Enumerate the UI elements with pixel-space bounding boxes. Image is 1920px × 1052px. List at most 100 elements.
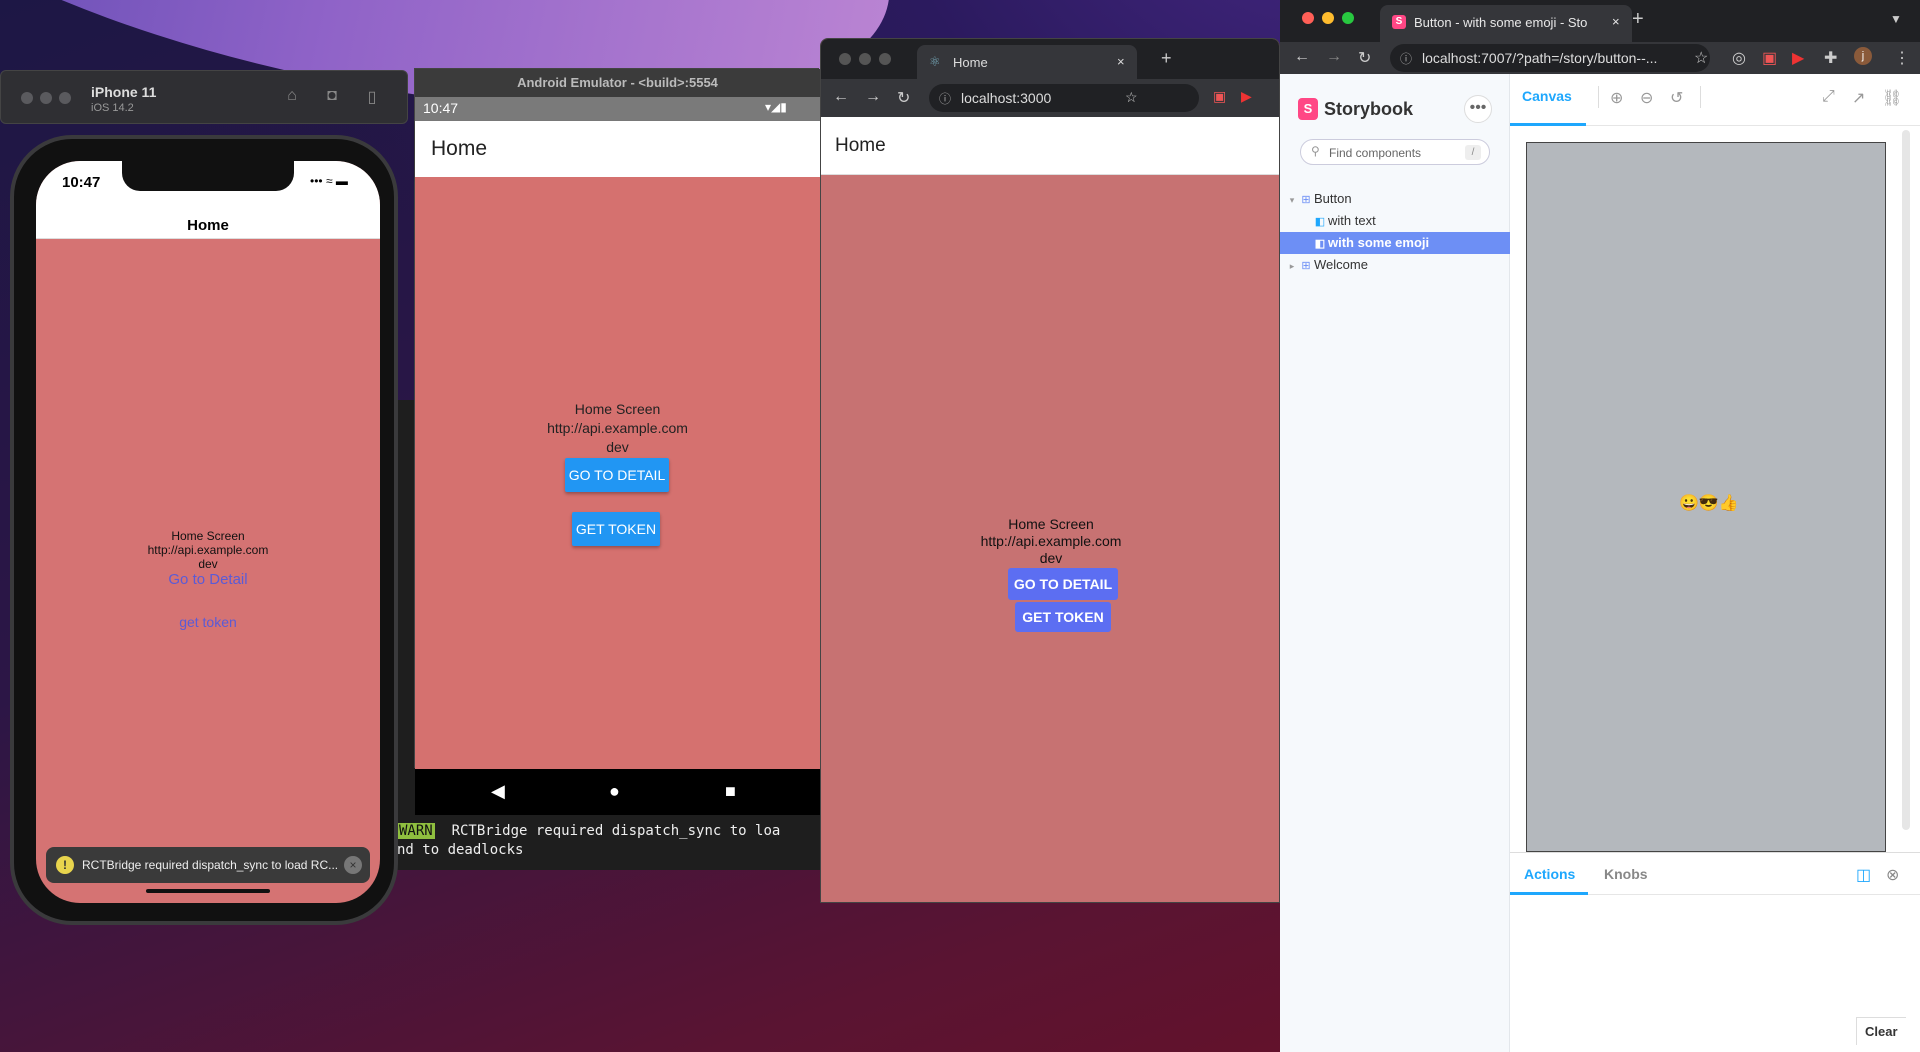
extension-icon[interactable]: ▶ <box>1241 88 1252 105</box>
close-window-dot[interactable] <box>21 92 33 104</box>
home-screen-label: Home Screen <box>574 401 661 417</box>
tab-actions[interactable]: Actions <box>1524 866 1575 882</box>
get-token-button[interactable]: GET TOKEN <box>572 512 660 546</box>
close-panel-icon[interactable]: ⊗ <box>1886 865 1899 885</box>
more-menu-icon[interactable]: ⋮ <box>1894 48 1910 68</box>
extension-icon[interactable]: ◎ <box>1732 48 1746 68</box>
terminal-line-deadlocks: nd to deadlocks <box>397 842 524 858</box>
web-tab-strip: ⚛ Home × + <box>821 39 1279 79</box>
back-icon[interactable]: ◀ <box>491 781 505 802</box>
bookmark-icon[interactable]: ☆ <box>1694 48 1708 68</box>
web-address-bar[interactable]: ⓘ localhost:3000 ☆ <box>929 84 1199 112</box>
sb-canvas-toolbar: Canvas ⊕ ⊖ ↺ ⤢ ↗ ⛓ <box>1510 74 1920 126</box>
sb-tree-with-text[interactable]: ◧ with text <box>1280 210 1510 232</box>
minimize-window-dot[interactable] <box>1322 12 1334 24</box>
home-icon[interactable]: ● <box>609 781 620 802</box>
sb-tree-button[interactable]: ▾ ⊞ Button <box>1280 188 1510 210</box>
toolbar-divider <box>1598 86 1599 108</box>
rotate-icon[interactable]: ▯ <box>361 87 383 109</box>
android-app-bar-title: Home <box>431 137 488 160</box>
android-nav-bar: ◀ ● ■ <box>415 769 820 815</box>
sb-tree-welcome[interactable]: ▸ ⊞ Welcome <box>1280 254 1510 276</box>
forward-icon[interactable]: → <box>1326 48 1342 66</box>
bookmark-icon[interactable]: ☆ <box>1125 89 1138 106</box>
tab-knobs[interactable]: Knobs <box>1604 866 1648 882</box>
go-to-detail-link[interactable]: Go to Detail <box>36 571 380 588</box>
web-app-bar-title: Home <box>835 135 886 156</box>
tab-active-indicator <box>1510 123 1586 126</box>
android-window-title: Android Emulator - <build>:5554 <box>415 69 820 97</box>
web-tab-home[interactable]: ⚛ Home × <box>917 45 1137 79</box>
extension-icon[interactable]: ▣ <box>1213 88 1226 105</box>
chevron-down-icon: ▾ <box>1289 195 1295 205</box>
new-tab-icon[interactable]: + <box>1632 8 1644 31</box>
scrollbar[interactable] <box>1902 130 1910 830</box>
reload-icon[interactable]: ↻ <box>897 88 910 108</box>
yellow-box-warning[interactable]: ! RCTBridge required dispatch_sync to lo… <box>46 847 370 883</box>
tab-active-indicator <box>1510 892 1588 895</box>
profile-avatar[interactable]: j <box>1854 47 1872 65</box>
home-screen-label: Home Screen <box>1008 516 1094 532</box>
reload-icon[interactable]: ↻ <box>1358 48 1371 68</box>
zoom-in-icon[interactable]: ⊕ <box>1610 88 1623 108</box>
new-tab-icon[interactable]: + <box>1161 48 1172 69</box>
search-icon: ⚲ <box>1311 144 1320 158</box>
warning-icon: ! <box>56 856 74 874</box>
close-window-dot[interactable] <box>1302 12 1314 24</box>
zoom-out-icon[interactable]: ⊖ <box>1640 88 1653 108</box>
android-app-bar: Home <box>415 121 820 177</box>
emoji-button[interactable]: 😀😎👍 <box>1679 493 1739 513</box>
zoom-window-dot[interactable] <box>1342 12 1354 24</box>
clear-button[interactable]: Clear <box>1856 1017 1906 1045</box>
tab-menu-icon[interactable]: ▼ <box>1890 12 1902 26</box>
warning-text: RCTBridge required dispatch_sync to load… <box>82 858 339 872</box>
home-indicator <box>146 889 270 893</box>
get-token-link[interactable]: get token <box>36 614 380 630</box>
get-token-button[interactable]: GET TOKEN <box>1015 602 1111 632</box>
back-icon[interactable]: ← <box>1294 48 1310 66</box>
storybook-favicon-icon: S <box>1392 15 1406 29</box>
back-icon[interactable]: ← <box>833 88 849 106</box>
fullscreen-icon[interactable]: ⤢ <box>1822 88 1835 106</box>
sb-search-input[interactable]: ⚲ Find components / <box>1300 139 1490 165</box>
storybook-logo-icon: S <box>1298 98 1318 120</box>
zoom-reset-icon[interactable]: ↺ <box>1670 88 1683 108</box>
zoom-window-dot[interactable] <box>59 92 71 104</box>
extension-icon[interactable]: ▣ <box>1762 48 1777 68</box>
ios-simulator-toolbar: iPhone 11 iOS 14.2 ⌂ ◘ ▯ <box>0 70 408 124</box>
forward-icon[interactable]: → <box>865 88 881 106</box>
minimize-window-dot[interactable] <box>40 92 52 104</box>
web-tab-title: Home <box>953 55 988 70</box>
home-icon[interactable]: ⌂ <box>281 87 303 109</box>
sb-toolbar: ← → ↻ ⓘ localhost:7007/?path=/story/butt… <box>1280 42 1920 74</box>
zoom-window-dot[interactable] <box>879 53 891 65</box>
close-tab-icon[interactable]: × <box>1117 54 1125 69</box>
android-screen: Home Screen http://api.example.com dev G… <box>415 177 820 769</box>
close-tab-icon[interactable]: × <box>1612 14 1620 29</box>
terminal-line-warn: WARN RCTBridge required dispatch_sync to… <box>397 822 780 840</box>
env-text: dev <box>1039 550 1063 566</box>
env-text: dev <box>606 439 629 455</box>
go-to-detail-button[interactable]: GO TO DETAIL <box>1008 568 1118 600</box>
dismiss-icon[interactable]: × <box>344 856 362 874</box>
screenshot-icon[interactable]: ◘ <box>321 87 343 109</box>
sb-tree-with-some-emoji[interactable]: ◧ with some emoji <box>1280 232 1510 254</box>
extension-icon[interactable]: ▶ <box>1792 48 1804 68</box>
open-new-tab-icon[interactable]: ↗ <box>1852 88 1865 108</box>
overview-icon[interactable]: ■ <box>725 781 736 802</box>
panel-orientation-icon[interactable]: ◫ <box>1856 865 1871 885</box>
home-screen-label: Home Screen <box>171 529 245 543</box>
copy-link-icon[interactable]: ⛓ <box>1882 88 1902 108</box>
puzzle-icon[interactable]: ✚ <box>1824 48 1837 68</box>
tab-canvas[interactable]: Canvas <box>1522 88 1572 104</box>
storybook-browser-window: S Button - with some emoji - Sto × + ▼ ←… <box>1280 0 1920 1052</box>
sb-menu-button[interactable]: ••• <box>1464 95 1492 123</box>
minimize-window-dot[interactable] <box>859 53 871 65</box>
notch <box>122 161 294 191</box>
sb-tree-label: with some emoji <box>1328 235 1430 250</box>
sb-address-bar[interactable]: ⓘ localhost:7007/?path=/story/button--..… <box>1390 44 1710 72</box>
go-to-detail-button[interactable]: GO TO DETAIL <box>565 458 669 492</box>
sb-tree-label: with text <box>1328 213 1376 228</box>
close-window-dot[interactable] <box>839 53 851 65</box>
sb-tab-active[interactable]: S Button - with some emoji - Sto × <box>1380 5 1632 42</box>
